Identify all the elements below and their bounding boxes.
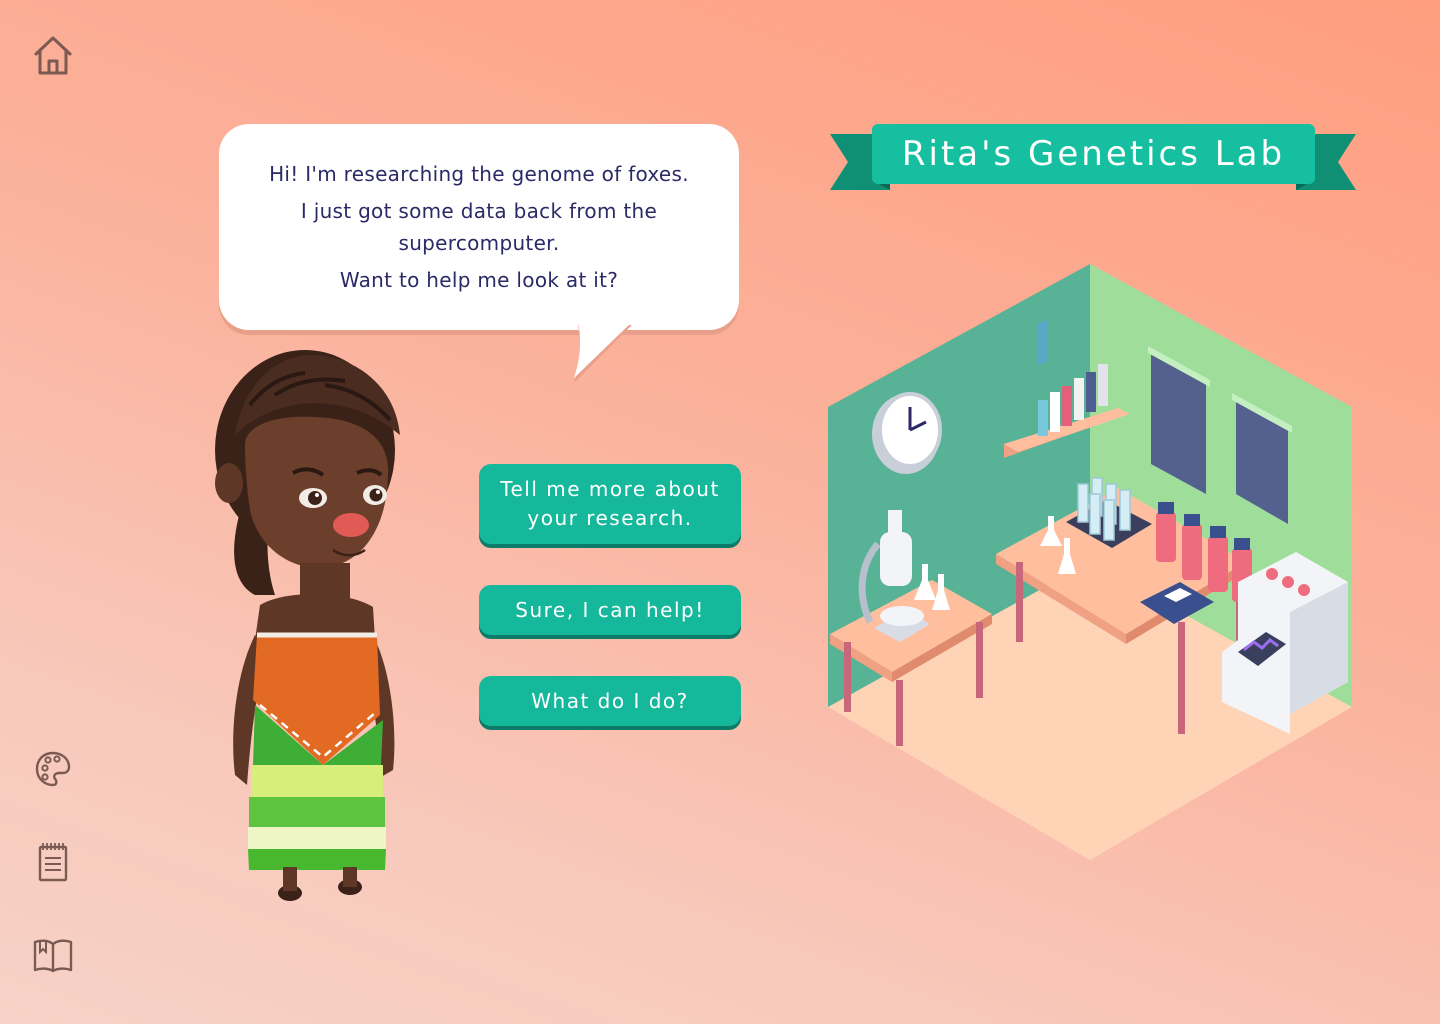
choice-tell-more-button[interactable]: Tell me more about your research. — [479, 464, 741, 544]
notepad-button[interactable] — [30, 839, 76, 885]
speech-bubble-tail — [574, 322, 632, 383]
dialogue-line: Hi! I'm researching the genome of foxes. — [269, 162, 689, 186]
book-button[interactable] — [30, 932, 76, 978]
palette-icon — [35, 751, 71, 787]
choice-what-do-button[interactable]: What do I do? — [479, 676, 741, 726]
clock-icon — [872, 392, 942, 474]
lab-title: Rita's Genetics Lab — [872, 124, 1315, 184]
choice-sure-help-button[interactable]: Sure, I can help! — [479, 585, 741, 635]
home-icon — [34, 36, 72, 75]
palette-button[interactable] — [30, 746, 76, 792]
notepad-icon — [38, 843, 68, 882]
book-icon — [33, 939, 73, 973]
lab-room-illustration — [828, 264, 1352, 860]
character-rita — [215, 350, 400, 901]
dialogue-line: I just got some data back from the super… — [300, 199, 658, 255]
lab-title-banner: Rita's Genetics Lab — [830, 124, 1356, 194]
home-button[interactable] — [30, 32, 76, 78]
dialogue-line: Want to help me look at it? — [339, 268, 619, 292]
speech-bubble: Hi! I'm researching the genome of foxes.… — [219, 124, 739, 330]
